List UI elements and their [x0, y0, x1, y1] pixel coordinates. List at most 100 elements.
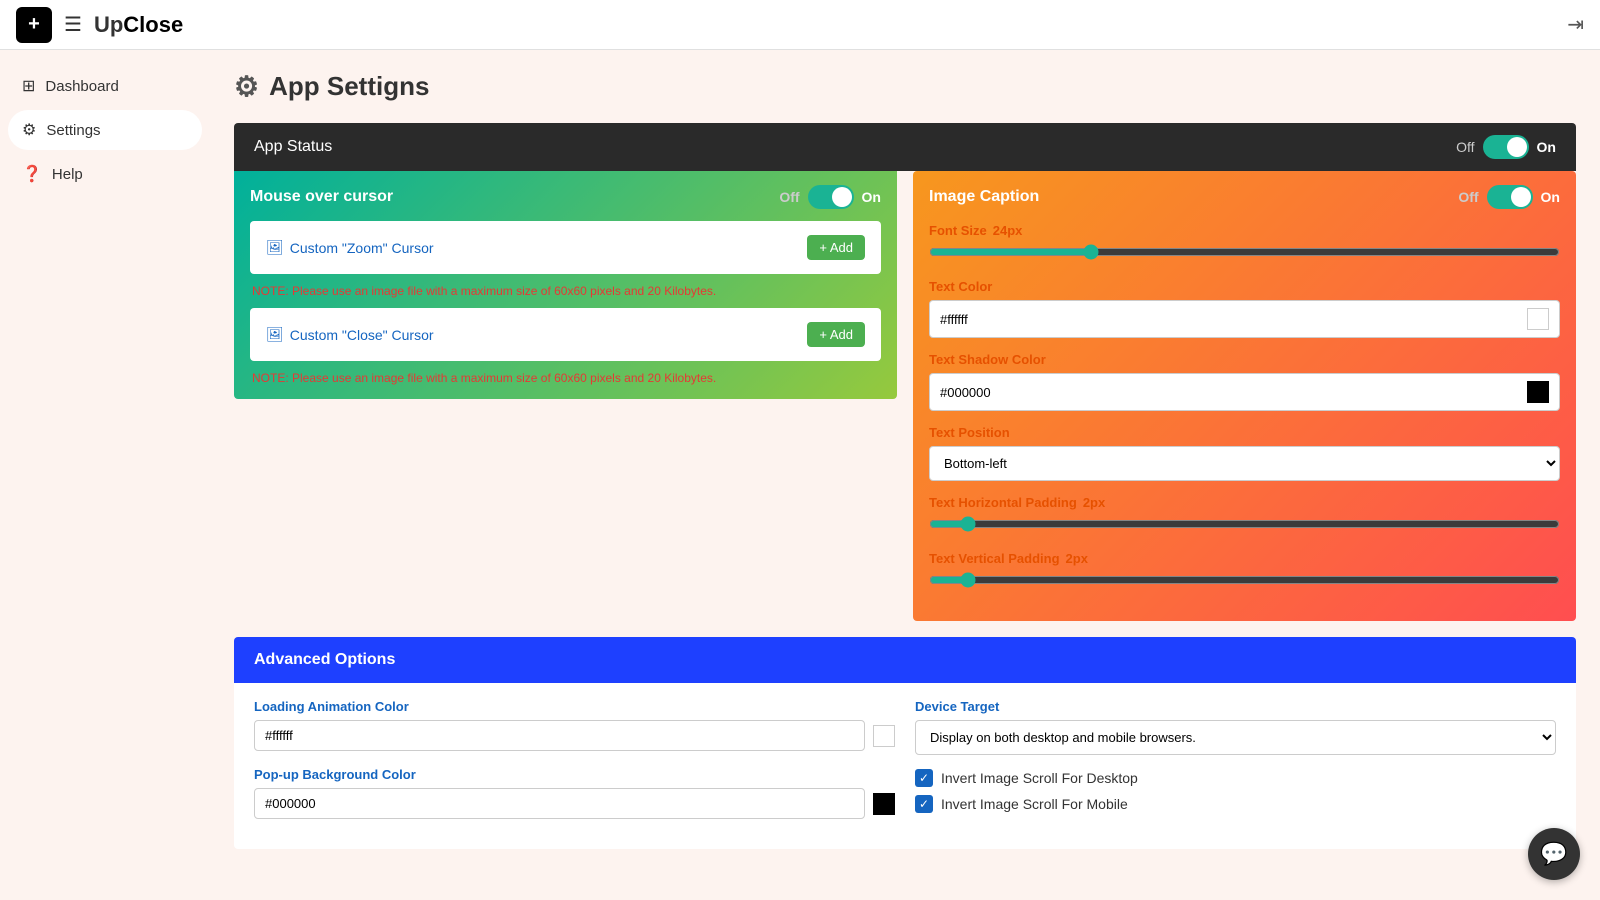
image-icon: 🖼	[266, 239, 284, 256]
mouse-cursor-toggle[interactable]	[808, 185, 854, 209]
image-caption-card-inner: Image Caption Off On Font Size 24px	[913, 171, 1576, 621]
hamburger-menu[interactable]: ☰	[64, 12, 82, 37]
loading-color-swatch[interactable]	[873, 725, 895, 747]
mouse-cursor-off-label: Off	[779, 189, 799, 205]
image-caption-off-label: Off	[1458, 189, 1478, 205]
mouse-cursor-card-inner: Mouse over cursor Off On 🖼 Custom "Z	[234, 171, 897, 399]
text-shadow-label: Text Shadow Color	[929, 352, 1560, 367]
text-shadow-input[interactable]: #000000	[929, 373, 1560, 411]
mouse-cursor-toggle-group: Off On	[779, 185, 881, 209]
popup-bg-input[interactable]	[254, 788, 865, 819]
font-size-label: Font Size 24px	[929, 223, 1560, 238]
page-gear-icon: ⚙	[234, 70, 259, 103]
text-color-label: Text Color	[929, 279, 1560, 294]
zoom-cursor-note: NOTE: Please use an image file with a ma…	[250, 284, 881, 298]
chat-icon: 💬	[1540, 841, 1567, 867]
h-padding-slider[interactable]	[929, 516, 1560, 532]
image-caption-toggle-group: Off On	[1458, 185, 1560, 209]
invert-mobile-checkbox[interactable]: ✓	[915, 795, 933, 813]
zoom-cursor-add-button[interactable]: + Add	[807, 235, 865, 260]
logo-icon: +	[16, 7, 52, 43]
device-target-label: Device Target	[915, 699, 1556, 714]
page-title: ⚙ App Settigns	[234, 70, 1576, 103]
header-left: + ☰ UpClose	[16, 7, 183, 43]
invert-desktop-checkbox[interactable]: ✓	[915, 769, 933, 787]
app-status-title: App Status	[254, 138, 332, 156]
font-size-row: Font Size 24px	[929, 223, 1560, 265]
mouse-cursor-title: Mouse over cursor	[250, 188, 393, 206]
sidebar: ⊞ Dashboard ⚙ Settings ❓ Help	[0, 50, 210, 900]
advanced-options-bar: Advanced Options	[234, 637, 1576, 683]
v-padding-label: Text Vertical Padding 2px	[929, 551, 1560, 566]
advanced-options-content: Loading Animation Color Pop-up Backgroun…	[234, 683, 1576, 849]
sidebar-item-settings[interactable]: ⚙ Settings	[8, 110, 202, 150]
content-area: ⚙ App Settigns App Status Off On Mouse o…	[210, 50, 1600, 900]
sidebar-item-label: Dashboard	[45, 78, 118, 95]
advanced-left: Loading Animation Color Pop-up Backgroun…	[254, 699, 895, 833]
h-padding-label: Text Horizontal Padding 2px	[929, 495, 1560, 510]
invert-desktop-label: Invert Image Scroll For Desktop	[941, 770, 1138, 786]
loading-color-row: Loading Animation Color	[254, 699, 895, 751]
loading-color-label: Loading Animation Color	[254, 699, 895, 714]
v-padding-slider[interactable]	[929, 572, 1560, 588]
sidebar-item-label: Help	[52, 166, 83, 183]
close-cursor-card: 🖼 Custom "Close" Cursor + Add	[250, 308, 881, 361]
app-status-toggle-group: Off On	[1456, 135, 1556, 159]
close-cursor-add-button[interactable]: + Add	[807, 322, 865, 347]
app-status-on-label: On	[1537, 139, 1556, 155]
app-status-toggle[interactable]	[1483, 135, 1529, 159]
close-cursor-note: NOTE: Please use an image file with a ma…	[250, 371, 881, 385]
zoom-cursor-card: 🖼 Custom "Zoom" Cursor + Add	[250, 221, 881, 274]
popup-bg-label: Pop-up Background Color	[254, 767, 895, 782]
text-color-swatch[interactable]	[1527, 308, 1549, 330]
text-position-row: Text Position Bottom-left Bottom-right T…	[929, 425, 1560, 481]
loading-color-input-row	[254, 720, 895, 751]
close-cursor-label: 🖼 Custom "Close" Cursor	[266, 326, 434, 343]
main-two-col: Mouse over cursor Off On 🖼 Custom "Z	[234, 171, 1576, 621]
h-padding-row: Text Horizontal Padding 2px	[929, 495, 1560, 537]
text-position-label: Text Position	[929, 425, 1560, 440]
font-size-slider[interactable]	[929, 244, 1560, 260]
text-color-row: Text Color #ffffff	[929, 279, 1560, 338]
popup-bg-swatch[interactable]	[873, 793, 895, 815]
device-target-select[interactable]: Display on both desktop and mobile brows…	[915, 720, 1556, 755]
text-shadow-row: Text Shadow Color #000000	[929, 352, 1560, 411]
invert-mobile-label: Invert Image Scroll For Mobile	[941, 796, 1128, 812]
popup-bg-input-row	[254, 788, 895, 819]
image-icon2: 🖼	[266, 326, 284, 343]
header: + ☰ UpClose ⇥	[0, 0, 1600, 50]
invert-desktop-row[interactable]: ✓ Invert Image Scroll For Desktop	[915, 769, 1556, 787]
zoom-cursor-row: 🖼 Custom "Zoom" Cursor + Add	[266, 235, 865, 260]
text-position-select[interactable]: Bottom-left Bottom-right Top-left Top-ri…	[929, 446, 1560, 481]
text-color-input[interactable]: #ffffff	[929, 300, 1560, 338]
advanced-right: Device Target Display on both desktop an…	[915, 699, 1556, 833]
settings-icon: ⚙	[22, 120, 36, 140]
close-cursor-row: 🖼 Custom "Close" Cursor + Add	[266, 322, 865, 347]
v-padding-row: Text Vertical Padding 2px	[929, 551, 1560, 593]
help-icon: ❓	[22, 164, 42, 184]
image-caption-header: Image Caption Off On	[929, 185, 1560, 209]
app-status-off-label: Off	[1456, 139, 1474, 155]
sidebar-item-help[interactable]: ❓ Help	[8, 154, 202, 194]
zoom-cursor-label: 🖼 Custom "Zoom" Cursor	[266, 239, 434, 256]
popup-bg-row: Pop-up Background Color	[254, 767, 895, 819]
loading-color-input[interactable]	[254, 720, 865, 751]
main-layout: ⊞ Dashboard ⚙ Settings ❓ Help ⚙ App Sett…	[0, 50, 1600, 900]
chat-bubble[interactable]: 💬	[1528, 828, 1580, 880]
app-status-bar: App Status Off On	[234, 123, 1576, 171]
image-caption-toggle[interactable]	[1487, 185, 1533, 209]
sidebar-item-label: Settings	[46, 122, 100, 139]
image-caption-on-label: On	[1541, 189, 1560, 205]
text-shadow-swatch[interactable]	[1527, 381, 1549, 403]
mouse-cursor-header: Mouse over cursor Off On	[250, 185, 881, 209]
dashboard-icon: ⊞	[22, 76, 35, 96]
logo-text: UpClose	[94, 12, 183, 38]
invert-mobile-row[interactable]: ✓ Invert Image Scroll For Mobile	[915, 795, 1556, 813]
exit-icon[interactable]: ⇥	[1567, 12, 1584, 37]
mouse-cursor-card: Mouse over cursor Off On 🖼 Custom "Z	[234, 171, 897, 621]
device-target-row: Device Target Display on both desktop an…	[915, 699, 1556, 755]
sidebar-item-dashboard[interactable]: ⊞ Dashboard	[8, 66, 202, 106]
image-caption-title: Image Caption	[929, 188, 1039, 206]
image-caption-card: Image Caption Off On Font Size 24px	[913, 171, 1576, 621]
mouse-cursor-on-label: On	[862, 189, 881, 205]
